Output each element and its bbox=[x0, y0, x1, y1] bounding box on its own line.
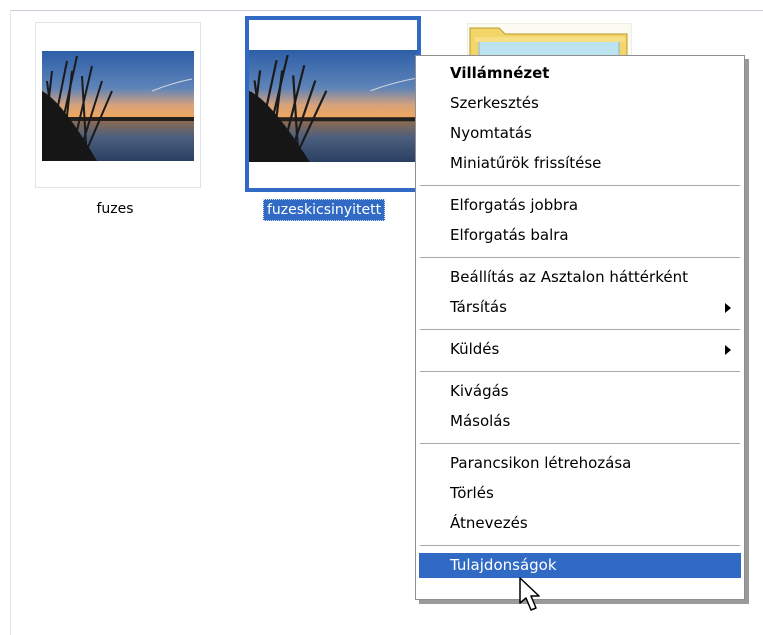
view-left-border bbox=[10, 10, 11, 635]
menu-item-label: Elforgatás jobbra bbox=[450, 196, 579, 214]
menu-item-elforgatas-jobbra[interactable]: Elforgatás jobbra bbox=[419, 193, 741, 218]
menu-item-szerkesztes[interactable]: Szerkesztés bbox=[419, 91, 741, 116]
view-top-border bbox=[10, 10, 763, 11]
menu-item-tulajdonsagok[interactable]: Tulajdonságok bbox=[419, 553, 741, 578]
menu-item-label: Beállítás az Asztalon háttérként bbox=[450, 268, 688, 286]
menu-separator bbox=[420, 329, 740, 330]
menu-item-label: Küldés bbox=[450, 340, 500, 358]
menu-item-tarsitas[interactable]: Társítás bbox=[419, 295, 741, 320]
menu-item-label: Másolás bbox=[450, 412, 511, 430]
menu-item-label: Villámnézet bbox=[450, 64, 550, 82]
menu-separator bbox=[420, 443, 740, 444]
menu-item-nyomtatas[interactable]: Nyomtatás bbox=[419, 121, 741, 146]
file-name-label[interactable]: fuzes bbox=[70, 199, 160, 219]
menu-item-label: Parancsikon létrehozása bbox=[450, 454, 632, 472]
mouse-pointer-icon bbox=[517, 576, 547, 616]
menu-item-kivagas[interactable]: Kivágás bbox=[419, 379, 741, 404]
menu-item-label: Törlés bbox=[450, 484, 494, 502]
menu-item-label: Szerkesztés bbox=[450, 94, 539, 112]
menu-item-label: Kivágás bbox=[450, 382, 509, 400]
submenu-arrow-icon bbox=[725, 345, 731, 355]
menu-item-villamnezet[interactable]: Villámnézet bbox=[419, 61, 741, 86]
menu-item-parancsikon-letrehozasa[interactable]: Parancsikon létrehozása bbox=[419, 451, 741, 476]
menu-item-elforgatas-balra[interactable]: Elforgatás balra bbox=[419, 223, 741, 248]
file-explorer-view: fuzes fuzeskicsinyitett Villámnézet Szer… bbox=[0, 0, 763, 635]
menu-separator bbox=[420, 371, 740, 372]
file-thumbnail-fuzes[interactable] bbox=[35, 22, 201, 188]
lake-sunset-image bbox=[249, 50, 417, 162]
menu-item-masolas[interactable]: Másolás bbox=[419, 409, 741, 434]
menu-item-label: Miniatűrök frissítése bbox=[450, 154, 602, 172]
menu-item-kuldes[interactable]: Küldés bbox=[419, 337, 741, 362]
context-menu[interactable]: Villámnézet Szerkesztés Nyomtatás Miniatűrö… bbox=[415, 55, 745, 600]
menu-separator bbox=[420, 545, 740, 546]
menu-item-atnevezes[interactable]: Átnevezés bbox=[419, 511, 741, 536]
menu-item-label: Átnevezés bbox=[450, 514, 528, 532]
lake-sunset-image bbox=[42, 51, 194, 161]
file-thumbnail-fuzeskicsinyitett[interactable] bbox=[245, 16, 421, 192]
file-name-label-selected[interactable]: fuzeskicsinyitett bbox=[263, 199, 386, 221]
menu-item-label: Tulajdonságok bbox=[450, 556, 557, 574]
menu-item-miniaturok-frissitese[interactable]: Miniatűrök frissítése bbox=[419, 151, 741, 176]
menu-separator bbox=[420, 185, 740, 186]
menu-item-label: Társítás bbox=[450, 298, 507, 316]
menu-item-label: Nyomtatás bbox=[450, 124, 532, 142]
menu-separator bbox=[420, 257, 740, 258]
menu-item-torles[interactable]: Törlés bbox=[419, 481, 741, 506]
menu-item-beallitas-az-asztalon-hatterkent[interactable]: Beállítás az Asztalon háttérként bbox=[419, 265, 741, 290]
menu-item-label: Elforgatás balra bbox=[450, 226, 569, 244]
submenu-arrow-icon bbox=[725, 303, 731, 313]
